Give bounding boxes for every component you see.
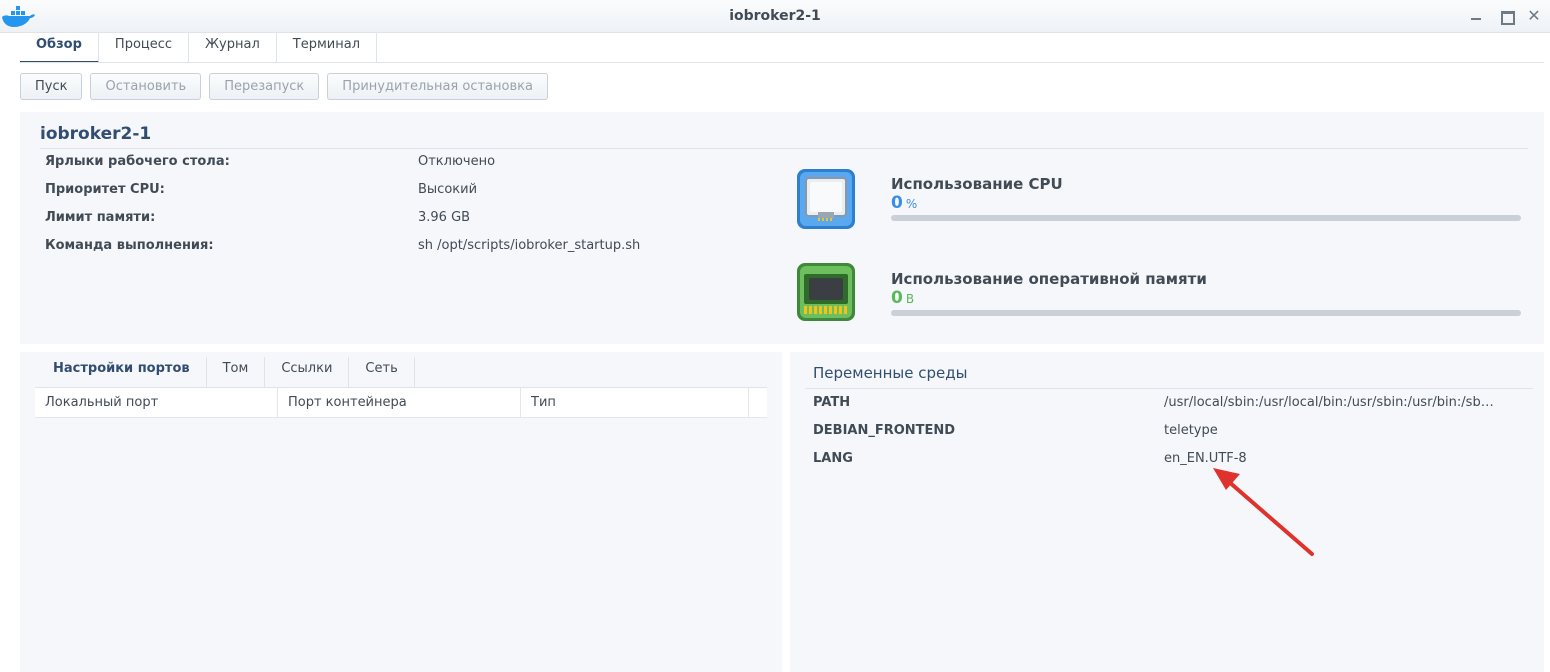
cpu-icon — [797, 169, 855, 229]
env-row-lang: LANG en_EN.UTF-8 — [813, 451, 1513, 471]
env-key: PATH — [813, 395, 851, 410]
info-label: Команда выполнения: — [45, 238, 214, 253]
maximize-icon[interactable] — [1498, 8, 1515, 25]
column-local-port[interactable]: Локальный порт — [35, 388, 278, 418]
env-key: LANG — [813, 451, 853, 466]
restart-button[interactable]: Перезапуск — [209, 73, 320, 100]
tab-port-settings[interactable]: Настройки портов — [37, 357, 207, 387]
env-value: teletype — [1164, 423, 1218, 438]
column-container-port[interactable]: Порт контейнера — [278, 388, 521, 418]
cpu-value-number: 0 — [891, 193, 903, 213]
container-name: iobroker2-1 — [40, 124, 152, 144]
minimize-icon[interactable] — [1468, 8, 1484, 24]
stop-button[interactable]: Остановить — [90, 73, 202, 100]
env-panel: Переменные среды PATH /usr/local/sbin:/u… — [790, 352, 1544, 672]
tab-process[interactable]: Процесс — [99, 33, 190, 63]
ram-value-number: 0 — [891, 288, 903, 308]
close-icon[interactable]: ✕ — [1526, 8, 1542, 24]
info-value: Отключено — [418, 154, 496, 169]
overview-panel: iobroker2-1 Ярлыки рабочего стола: Отклю… — [20, 112, 1544, 344]
ram-icon — [797, 263, 855, 321]
env-value: en_EN.UTF-8 — [1164, 451, 1247, 466]
info-label: Приоритет CPU: — [45, 182, 165, 197]
window-title: iobroker2-1 — [729, 8, 821, 24]
info-value: 3.96 GB — [418, 210, 471, 225]
info-value: sh /opt/scripts/iobroker_startup.sh — [418, 238, 641, 253]
info-value: Высокий — [418, 182, 478, 197]
cpu-usage-value: 0% — [891, 193, 917, 213]
tab-network[interactable]: Сеть — [349, 357, 415, 387]
info-row-cpu-priority: Приоритет CPU: Высокий — [45, 182, 785, 202]
env-row-debian-frontend: DEBIAN_FRONTEND teletype — [813, 423, 1513, 443]
tab-links[interactable]: Ссылки — [265, 357, 350, 387]
cpu-usage-label: Использование CPU — [891, 175, 1063, 193]
env-row-path: PATH /usr/local/sbin:/usr/local/bin:/usr… — [813, 395, 1513, 415]
ram-usage-value: 0B — [891, 288, 914, 308]
ports-panel-tabs: Настройки портов Том Ссылки Сеть — [37, 357, 415, 387]
info-row-desktop-shortcuts: Ярлыки рабочего стола: Отключено — [45, 154, 785, 174]
cpu-progress-bar — [891, 215, 1521, 221]
ram-progress-bar — [891, 310, 1521, 316]
ports-panel: Настройки портов Том Ссылки Сеть Локальн… — [20, 352, 782, 672]
ram-usage-label: Использование оперативной памяти — [891, 270, 1207, 288]
tab-overview[interactable]: Обзор — [20, 33, 99, 63]
tab-volume[interactable]: Том — [207, 357, 266, 387]
ram-value-unit: B — [905, 292, 915, 306]
toolbar: Пуск Остановить Перезапуск Принудительна… — [20, 73, 548, 100]
env-title: Переменные среды — [813, 364, 968, 382]
cpu-value-unit: % — [905, 197, 918, 211]
env-divider — [805, 388, 1533, 389]
tab-terminal[interactable]: Терминал — [277, 33, 378, 63]
env-key: DEBIAN_FRONTEND — [813, 423, 956, 438]
info-row-command: Команда выполнения: sh /opt/scripts/iobr… — [45, 238, 785, 258]
info-row-memory-limit: Лимит памяти: 3.96 GB — [45, 210, 785, 230]
info-label: Лимит памяти: — [45, 210, 156, 225]
env-value: /usr/local/sbin:/usr/local/bin:/usr/sbin… — [1164, 395, 1494, 410]
info-label: Ярлыки рабочего стола: — [45, 154, 230, 169]
overview-divider — [40, 148, 1528, 149]
force-stop-button[interactable]: Принудительная остановка — [327, 73, 548, 100]
title-bar: iobroker2-1 ✕ — [0, 0, 1550, 33]
main-tabs: Обзор Процесс Журнал Терминал — [20, 33, 378, 63]
start-button[interactable]: Пуск — [20, 73, 83, 100]
tab-log[interactable]: Журнал — [189, 33, 277, 63]
tabs-divider — [20, 62, 1544, 63]
column-type[interactable]: Тип — [521, 388, 749, 418]
ports-table-header: Локальный порт Порт контейнера Тип — [35, 388, 767, 418]
